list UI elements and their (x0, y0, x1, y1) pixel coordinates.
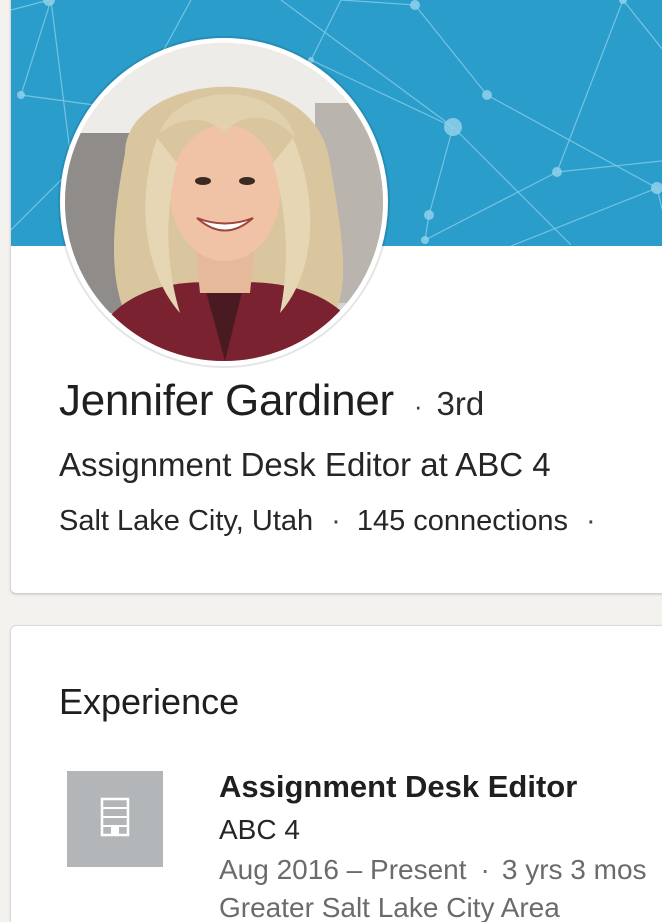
separator-dot: · (413, 391, 423, 421)
profile-page: Jennifer Gardiner · 3rd Assignment Desk … (0, 0, 662, 922)
experience-section: Experience Assignment Desk Editor ABC 4 … (10, 625, 662, 922)
job-date-range: Aug 2016 – Present (219, 854, 467, 885)
profile-meta: Salt Lake City, Utah · 145 connections · (59, 505, 612, 538)
profile-headline: Assignment Desk Editor at ABC 4 (59, 446, 551, 483)
connections-link[interactable]: 145 connections (357, 505, 568, 538)
profile-photo[interactable] (60, 38, 388, 366)
job-title[interactable]: Assignment Desk Editor (219, 769, 577, 805)
company-logo[interactable] (67, 771, 163, 867)
job-location: Greater Salt Lake City Area (219, 892, 560, 922)
separator-dot: · (331, 505, 341, 537)
profile-name: Jennifer Gardiner (59, 376, 394, 425)
profile-card: Jennifer Gardiner · 3rd Assignment Desk … (10, 0, 662, 594)
name-row: Jennifer Gardiner · 3rd (59, 376, 484, 426)
separator-dot: · (586, 505, 596, 537)
profile-location: Salt Lake City, Utah (59, 505, 314, 537)
job-dates: Aug 2016 – Present · 3 yrs 3 mos (219, 854, 647, 886)
building-icon (98, 797, 132, 842)
section-title: Experience (59, 681, 240, 722)
job-duration: 3 yrs 3 mos (501, 854, 647, 885)
connection-degree: 3rd (436, 385, 485, 422)
job-company[interactable]: ABC 4 (219, 814, 300, 846)
separator-dot: · (480, 854, 490, 885)
